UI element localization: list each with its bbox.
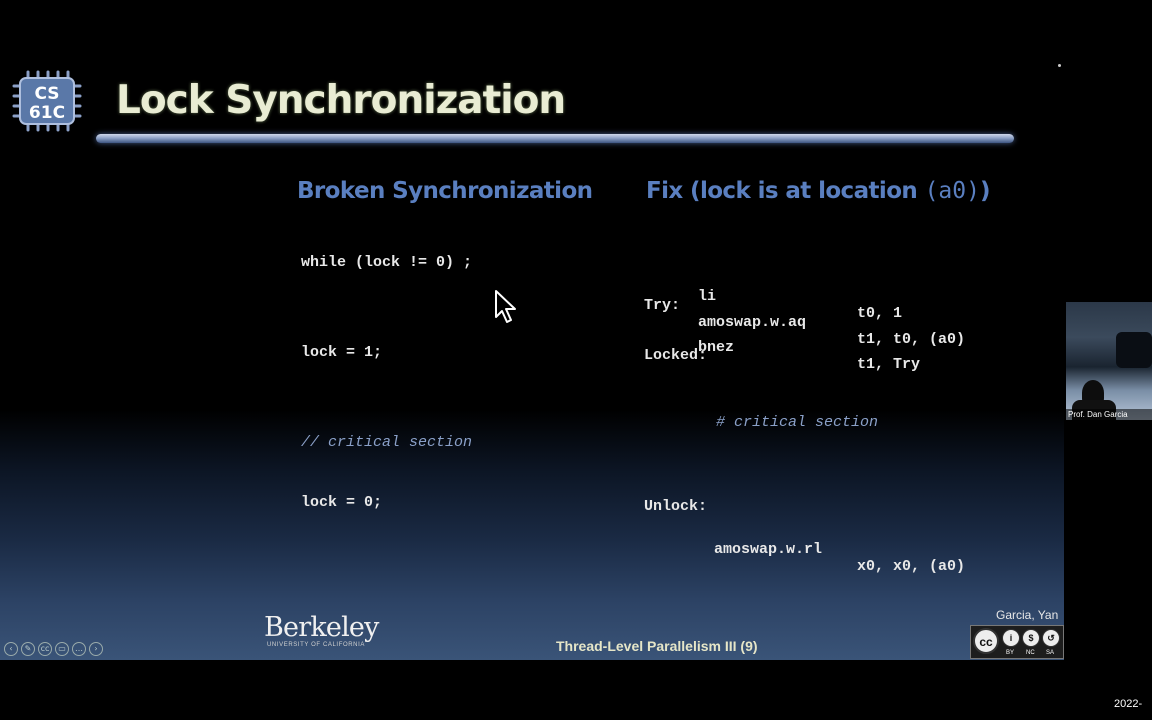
lecture-footer: Thread-Level Parallelism III (9) xyxy=(556,638,758,654)
pen-tool-button[interactable]: ✎ xyxy=(21,642,35,656)
unlock-op: amoswap.w.rl xyxy=(714,541,823,558)
unlock-args: x0, x0, (a0) xyxy=(857,558,966,575)
speaker-video-thumbnail[interactable]: Prof. Dan Garcia xyxy=(1066,302,1152,420)
video-toggle-button[interactable]: ▭ xyxy=(55,642,69,656)
speaker-name-label: Prof. Dan Garcia xyxy=(1066,409,1152,420)
heading-fix-end: ) xyxy=(979,178,991,204)
berkeley-wordmark: Berkeley xyxy=(264,612,379,643)
unlock-row: amoswap.w.rl x0, x0, (a0) xyxy=(714,524,1004,575)
by-label: BY xyxy=(1006,650,1015,656)
code-critical-comment-left: // critical section xyxy=(301,434,473,451)
code-lock-clear-line: lock = 0; xyxy=(301,494,383,511)
berkeley-logo: Berkeley UNIVERSITY OF CALIFORNIA xyxy=(264,612,380,649)
nc-label: NC xyxy=(1026,650,1035,656)
logo-cs: CS xyxy=(34,84,59,104)
unlock-label: Unlock: xyxy=(644,498,708,515)
asm-row: bnez t1, Try xyxy=(644,305,1004,373)
authors-label: Garcia, Yan xyxy=(996,608,1059,622)
slideshow-controls: ‹ ✎ cc ▭ … › xyxy=(4,642,103,656)
mouse-pointer-icon xyxy=(495,290,516,323)
code-while-line: while (lock != 0) ; xyxy=(301,254,473,271)
asm-label: Locked: xyxy=(644,347,708,364)
sa-icon: ↺ xyxy=(1042,629,1060,647)
cs61c-chip-logo: CS 61C xyxy=(12,70,82,132)
previous-slide-button[interactable]: ‹ xyxy=(4,642,18,656)
dot-marker xyxy=(1058,64,1061,67)
asm-row: li t0, 1 xyxy=(644,254,1004,322)
nc-icon: $ xyxy=(1022,629,1040,647)
heading-fix-text: Fix (lock is at location xyxy=(646,178,925,204)
heading-fix: Fix (lock is at location (a0)) xyxy=(646,178,990,204)
cc-icon: cc xyxy=(973,628,999,654)
corner-date-text: 2022- xyxy=(1114,698,1143,710)
title-underline xyxy=(96,134,1014,143)
captions-button[interactable]: cc xyxy=(38,642,52,656)
heading-fix-code: (a0) xyxy=(924,178,980,204)
sa-label: SA xyxy=(1046,650,1055,656)
next-slide-button[interactable]: › xyxy=(89,642,103,656)
slide-title: Lock Synchronization xyxy=(116,78,566,123)
asm-row: Locked: xyxy=(644,330,1004,364)
by-icon: i xyxy=(1002,629,1020,647)
asm-row: Try: amoswap.w.aq t1, t0, (a0) xyxy=(644,280,1004,348)
code-lock-set-line: lock = 1; xyxy=(301,344,383,361)
asm-args: t1, Try xyxy=(857,356,921,373)
more-options-button[interactable]: … xyxy=(72,642,86,656)
berkeley-subtitle: UNIVERSITY OF CALIFORNIA xyxy=(267,642,365,648)
slide: CS 61C Lock Synchronization Broken Synch… xyxy=(0,0,1064,660)
creative-commons-badge: cc i $ ↺ BY NC SA xyxy=(970,625,1064,659)
video-background-shape xyxy=(1116,332,1152,368)
logo-61c: 61C xyxy=(29,103,65,123)
code-critical-comment-right: # critical section xyxy=(716,414,879,431)
heading-broken: Broken Synchronization xyxy=(297,178,593,204)
